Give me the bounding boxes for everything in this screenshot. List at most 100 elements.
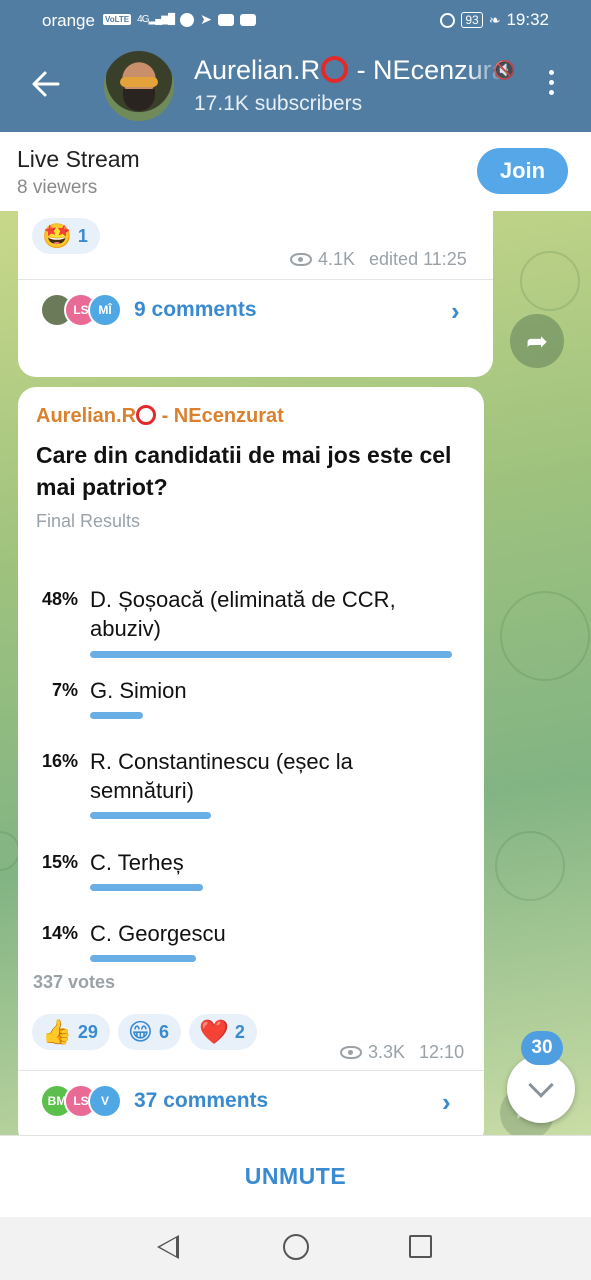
option-percent: 48% [41, 589, 78, 609]
option-result-bar [90, 651, 452, 658]
status-bar: orange VoLTE 4G▂▄▆█ ➤ 93 ❧ 19:32 [0, 0, 591, 40]
status-icons: VoLTE 4G▂▄▆█ ➤ [103, 11, 256, 28]
red-circle-icon [136, 405, 157, 425]
share-forward-icon[interactable]: ➦ [510, 314, 564, 368]
channel-title[interactable]: Aurelian.R - NEcenzurat [194, 55, 506, 86]
bottom-action-bar: UNMUTE [0, 1135, 591, 1217]
reactions-row-poll: 👍 29 😁 6 ❤️ 2 [32, 1014, 257, 1050]
reaction-count: 6 [158, 1021, 169, 1042]
unmute-button[interactable]: UNMUTE [245, 1163, 346, 1190]
option-result-bar [90, 712, 143, 719]
comments-link-1[interactable]: LS MÎ 9 comments [40, 293, 257, 327]
nav-recents-icon[interactable] [409, 1235, 432, 1258]
option-percent: 15% [41, 852, 78, 872]
avatar-glasses [120, 77, 158, 87]
comments-divider [18, 279, 493, 280]
channel-header: orange VoLTE 4G▂▄▆█ ➤ 93 ❧ 19:32 Aurelia… [0, 0, 591, 132]
muted-speaker-icon: 🔇 [493, 60, 516, 80]
poll-status: Final Results [36, 511, 141, 531]
reaction-count: 2 [234, 1021, 245, 1042]
message-meta-1: 4.1K edited 11:25 [290, 249, 467, 270]
comments-count: 37 comments [134, 1089, 269, 1112]
chevron-down-icon [528, 1072, 554, 1098]
option-label: C. Georgescu [90, 921, 226, 946]
edited-time: edited 11:25 [369, 249, 467, 269]
youtube-icon [217, 13, 234, 26]
avatar-beard [123, 89, 155, 111]
facebook-icon [180, 12, 195, 27]
clock: 19:32 [506, 10, 549, 29]
live-stream-title: Live Stream [17, 146, 140, 172]
channel-avatar[interactable] [104, 51, 174, 121]
reaction-grin[interactable]: 😁 6 [117, 1014, 181, 1050]
post-time: 12:10 [419, 1042, 465, 1062]
status-right: 93 ❧ 19:32 [440, 10, 549, 30]
option-label: D. Șoșoacă (eliminată de CCR, abuziv) [90, 587, 396, 641]
option-result-bar [90, 884, 203, 891]
more-vert-icon[interactable] [541, 70, 561, 102]
thumbs-up-icon: 👍 [42, 1018, 72, 1046]
comments-link-poll[interactable]: BM LS V 37 comments [40, 1084, 268, 1118]
back-arrow-icon[interactable] [26, 64, 66, 104]
option-percent: 14% [41, 923, 78, 943]
telegram-icon: ➤ [200, 11, 212, 27]
reaction-count: 29 [77, 1021, 98, 1042]
reaction-thumbs-up[interactable]: 👍 29 [32, 1014, 110, 1050]
comments-divider [18, 1070, 484, 1071]
option-result-bar [90, 955, 196, 962]
carrier-name: orange [42, 11, 95, 30]
commenter-avatar: V [88, 1084, 122, 1118]
reaction-count: 1 [77, 225, 88, 246]
scroll-down-button[interactable] [507, 1055, 575, 1123]
chevron-right-icon: › [451, 296, 460, 326]
sender-name-part2: - NEcenzurat [156, 405, 284, 427]
star-struck-icon: 🤩 [42, 222, 72, 250]
option-label: G. Simion [90, 678, 187, 703]
chat-area[interactable]: 🔥116 👍58 😁29 😡6 🤩1 4.1K edited 11:25 LS … [0, 211, 591, 1135]
wallpaper-doodle [0, 831, 20, 871]
power-saving-icon: ❧ [488, 11, 501, 28]
reaction-star-struck[interactable]: 🤩 1 [32, 218, 100, 254]
option-result-bar [90, 812, 211, 819]
volte-badge: VoLTE [103, 14, 132, 25]
system-nav-bar [0, 1217, 591, 1280]
option-label: C. Terheș [90, 850, 184, 875]
youtube-icon-2 [239, 13, 256, 26]
nav-back-icon[interactable] [157, 1235, 179, 1259]
view-count: 4.1K [318, 249, 356, 269]
wallpaper-doodle [500, 591, 590, 681]
unread-count-badge: 30 [521, 1031, 563, 1065]
live-stream-bar: Live Stream 8 viewers Join [0, 132, 591, 211]
chevron-right-icon: › [442, 1087, 451, 1117]
option-label: R. Constantinescu (eșec la semnături) [90, 749, 353, 803]
live-stream-viewers: 8 viewers [17, 177, 98, 198]
poll-question: Care din candidatii de mai jos este cel … [36, 442, 452, 500]
red-circle-icon [321, 56, 349, 83]
subscriber-count: 17.1K subscribers [194, 92, 363, 115]
sender-name-part1: Aurelian.R [36, 405, 137, 427]
channel-title-part2: - NEcenzurat [349, 55, 506, 85]
message-meta-poll: 3.3K 12:10 [340, 1042, 464, 1063]
signal-icon: 4G▂▄▆█ [137, 14, 175, 25]
sender-name[interactable]: Aurelian.R - NEcenzurat [36, 405, 284, 428]
grin-icon: 😁 [127, 1018, 153, 1046]
option-percent: 7% [51, 680, 78, 700]
reaction-heart[interactable]: ❤️ 2 [188, 1014, 257, 1050]
join-button[interactable]: Join [477, 148, 568, 194]
commenter-avatar: MÎ [88, 293, 122, 327]
eye-icon [340, 1046, 362, 1059]
message-bubble-poll[interactable]: Aurelian.R - NEcenzurat Care din candida… [18, 387, 484, 1135]
eye-icon [290, 253, 312, 266]
battery-indicator: 93 [461, 12, 483, 28]
comments-count: 9 comments [134, 298, 257, 321]
vote-count: 337 votes [33, 972, 116, 992]
wallpaper-doodle [520, 251, 580, 311]
nav-home-icon[interactable] [283, 1234, 309, 1260]
heart-icon: ❤️ [198, 1018, 229, 1046]
alarm-icon [440, 12, 456, 28]
view-count: 3.3K [368, 1042, 406, 1062]
channel-title-part1: Aurelian.R [194, 55, 321, 85]
wallpaper-doodle [495, 831, 565, 901]
message-bubble-1[interactable]: 🔥116 👍58 😁29 😡6 🤩1 4.1K edited 11:25 LS … [18, 211, 493, 377]
option-percent: 16% [41, 751, 78, 771]
